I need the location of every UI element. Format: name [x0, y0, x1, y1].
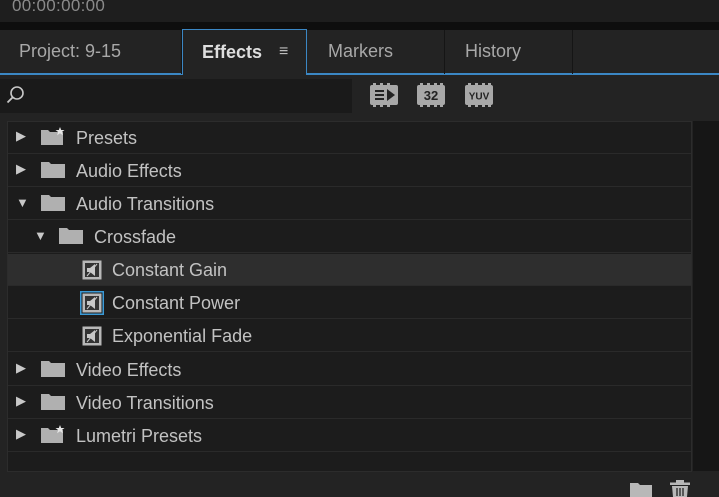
tab-markers-label: Markers [328, 41, 394, 61]
tree-item-label: Audio Effects [76, 161, 182, 181]
accelerated-effects-icon[interactable] [370, 83, 398, 107]
folder-icon [59, 228, 83, 244]
tree-item-audio-transitions[interactable]: ▼ Audio Transitions [8, 188, 691, 220]
expand-triangle-icon[interactable]: ▶ [16, 426, 26, 442]
tree-item-exponential-fade[interactable]: Exponential Fade [8, 320, 691, 352]
tab-separator [444, 30, 445, 74]
search-input[interactable] [0, 79, 352, 113]
timecode-bar: 00:00:00:00 [0, 0, 719, 22]
tab-separator [572, 30, 573, 74]
tab-markers[interactable]: Markers [328, 30, 438, 73]
audio-transition-icon [82, 326, 102, 346]
scrollbar-track[interactable] [693, 121, 719, 471]
folder-icon [41, 394, 65, 410]
tab-history-label: History [465, 41, 522, 61]
tree-item-crossfade[interactable]: ▼ Crossfade [8, 221, 691, 253]
tree-item-audio-effects[interactable]: ▶ Audio Effects [8, 155, 691, 187]
folder-icon [41, 361, 65, 377]
search-icon [6, 86, 24, 104]
tree-item-lumetri-presets[interactable]: ▶ Lumetri Presets [8, 420, 691, 452]
tree-item-label: Presets [76, 128, 138, 148]
tree-item-label: Constant Gain [112, 260, 228, 280]
trash-icon[interactable] [669, 480, 691, 497]
32-bit-label: 32 [424, 88, 438, 103]
panel-divider[interactable] [0, 22, 719, 30]
32-bit-color-icon[interactable]: 32 [417, 83, 445, 107]
expand-triangle-icon[interactable]: ▶ [16, 360, 26, 376]
preset-folder-icon [41, 127, 65, 145]
tree-item-video-transitions[interactable]: ▶ Video Transitions [8, 387, 691, 419]
preset-folder-icon [41, 425, 65, 443]
folder-icon [41, 162, 65, 178]
timecode: 00:00:00:00 [12, 0, 106, 15]
tab-project-label: Project: 9-15 [19, 41, 122, 61]
tree-item-label: Crossfade [94, 227, 177, 247]
tab-effects-label: Effects [202, 42, 263, 62]
panel-footer [0, 472, 719, 497]
tree-item-label: Video Effects [76, 360, 182, 380]
tab-effects[interactable]: Effects ≡ [182, 29, 307, 75]
audio-transition-icon [82, 260, 102, 280]
default-audio-transition-icon [80, 291, 104, 315]
collapse-triangle-icon[interactable]: ▼ [34, 228, 47, 243]
expand-triangle-icon[interactable]: ▶ [16, 393, 26, 409]
panel-menu-icon[interactable]: ≡ [279, 30, 288, 74]
collapse-triangle-icon[interactable]: ▼ [16, 195, 29, 210]
tree-item-label: Video Transitions [76, 393, 214, 413]
tree-item-video-effects[interactable]: ▶ Video Effects [8, 354, 691, 386]
tab-project[interactable]: Project: 9-15 [19, 30, 169, 73]
tab-history[interactable]: History [465, 30, 565, 73]
yuv-icon[interactable]: YUV [465, 83, 493, 107]
tree-item-label: Constant Power [112, 293, 241, 313]
expand-triangle-icon[interactable]: ▶ [16, 161, 26, 177]
tree-item-constant-gain[interactable]: Constant Gain [8, 254, 691, 286]
tree-item-presets[interactable]: ▶ Presets [8, 122, 691, 154]
tree-item-label: Exponential Fade [112, 326, 253, 346]
tree-item-label: Audio Transitions [76, 194, 215, 214]
tree-item-label: Lumetri Presets [76, 426, 203, 446]
folder-icon [41, 195, 65, 211]
yuv-label: YUV [469, 92, 490, 103]
tree-item-constant-power[interactable]: Constant Power [8, 287, 691, 319]
new-bin-folder-icon[interactable] [630, 482, 652, 497]
expand-triangle-icon[interactable]: ▶ [16, 128, 26, 144]
